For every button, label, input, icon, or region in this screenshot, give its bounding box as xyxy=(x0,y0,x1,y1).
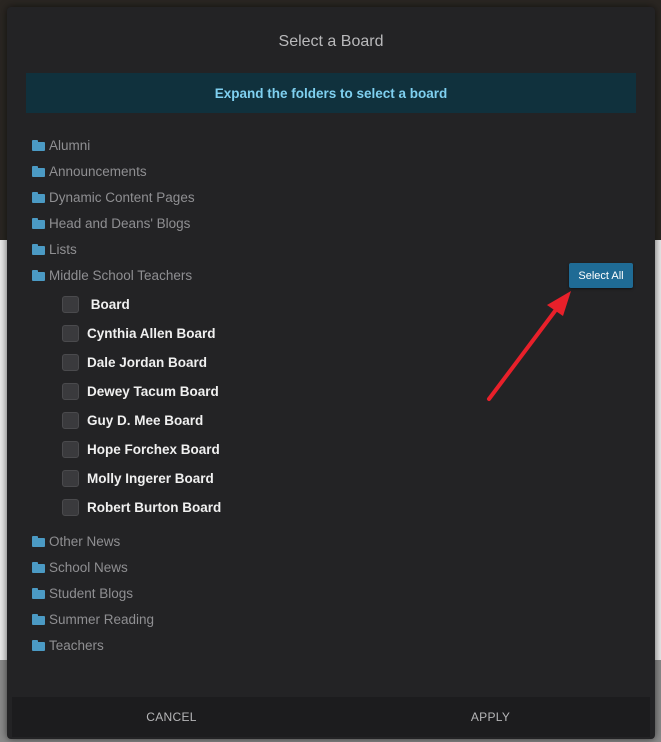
board-checkbox[interactable] xyxy=(62,354,79,371)
folder-other-news[interactable]: Other News xyxy=(32,528,632,554)
folder-label: Middle School Teachers xyxy=(49,267,193,283)
folder-middle-school-teachers[interactable]: Middle School Teachers xyxy=(32,262,632,288)
board-item[interactable]: Board xyxy=(62,290,632,319)
board-label: Molly Ingerer Board xyxy=(87,471,214,486)
folder-icon xyxy=(32,165,45,177)
folder-icon xyxy=(32,217,45,229)
folder-lists[interactable]: Lists xyxy=(32,236,632,262)
folder-tree: Alumni Announcements Dynamic Content Pag… xyxy=(32,132,632,658)
board-item[interactable]: Hope Forchex Board xyxy=(62,435,632,464)
folder-label: Other News xyxy=(49,533,121,549)
instruction-banner: Expand the folders to select a board xyxy=(26,73,636,113)
folder-label: Head and Deans' Blogs xyxy=(49,215,191,231)
board-checkbox[interactable] xyxy=(62,499,79,516)
board-label: Guy D. Mee Board xyxy=(87,413,204,428)
folder-label: Teachers xyxy=(49,637,104,653)
folder-head-and-deans-blogs[interactable]: Head and Deans' Blogs xyxy=(32,210,632,236)
folder-icon xyxy=(32,139,45,151)
folder-icon xyxy=(32,639,45,651)
board-label: Cynthia Allen Board xyxy=(87,326,216,341)
folder-student-blogs[interactable]: Student Blogs xyxy=(32,580,632,606)
folder-icon xyxy=(32,613,45,625)
folder-icon xyxy=(32,561,45,573)
folder-label: Dynamic Content Pages xyxy=(49,189,195,205)
folder-summer-reading[interactable]: Summer Reading xyxy=(32,606,632,632)
board-checkbox[interactable] xyxy=(62,383,79,400)
folder-icon xyxy=(32,191,45,203)
board-checkbox[interactable] xyxy=(62,296,79,313)
board-checkbox[interactable] xyxy=(62,412,79,429)
board-item[interactable]: Robert Burton Board xyxy=(62,493,632,522)
board-label: Board xyxy=(87,297,130,312)
folder-alumni[interactable]: Alumni xyxy=(32,132,632,158)
folder-school-news[interactable]: School News xyxy=(32,554,632,580)
folder-teachers[interactable]: Teachers xyxy=(32,632,632,658)
board-checkbox[interactable] xyxy=(62,470,79,487)
folder-icon xyxy=(32,587,45,599)
select-all-button[interactable]: Select All xyxy=(569,263,633,288)
board-label: Dewey Tacum Board xyxy=(87,384,219,399)
folder-dynamic-content-pages[interactable]: Dynamic Content Pages xyxy=(32,184,632,210)
board-item[interactable]: Dewey Tacum Board xyxy=(62,377,632,406)
folder-icon xyxy=(32,243,45,255)
folder-label: School News xyxy=(49,559,128,575)
dialog-footer: CANCEL APPLY xyxy=(12,697,650,737)
folder-label: Student Blogs xyxy=(49,585,134,601)
board-checkbox[interactable] xyxy=(62,441,79,458)
board-label: Hope Forchex Board xyxy=(87,442,220,457)
apply-button[interactable]: APPLY xyxy=(331,697,650,737)
board-checkbox[interactable] xyxy=(62,325,79,342)
board-label: Dale Jordan Board xyxy=(87,355,208,370)
board-item[interactable]: Guy D. Mee Board xyxy=(62,406,632,435)
cancel-button[interactable]: CANCEL xyxy=(12,697,331,737)
folder-icon xyxy=(32,269,45,281)
folder-icon xyxy=(32,535,45,547)
select-board-dialog: Select a Board Expand the folders to sel… xyxy=(7,7,655,739)
board-label: Robert Burton Board xyxy=(87,500,222,515)
board-list: Board Cynthia Allen Board Dale Jordan Bo… xyxy=(32,288,632,528)
folder-label: Summer Reading xyxy=(49,611,155,627)
folder-label: Lists xyxy=(49,241,77,257)
folder-label: Alumni xyxy=(49,137,91,153)
board-item[interactable]: Cynthia Allen Board xyxy=(62,319,632,348)
folder-label: Announcements xyxy=(49,163,147,179)
board-item[interactable]: Dale Jordan Board xyxy=(62,348,632,377)
board-item[interactable]: Molly Ingerer Board xyxy=(62,464,632,493)
dialog-title: Select a Board xyxy=(278,33,384,50)
folder-announcements[interactable]: Announcements xyxy=(32,158,632,184)
